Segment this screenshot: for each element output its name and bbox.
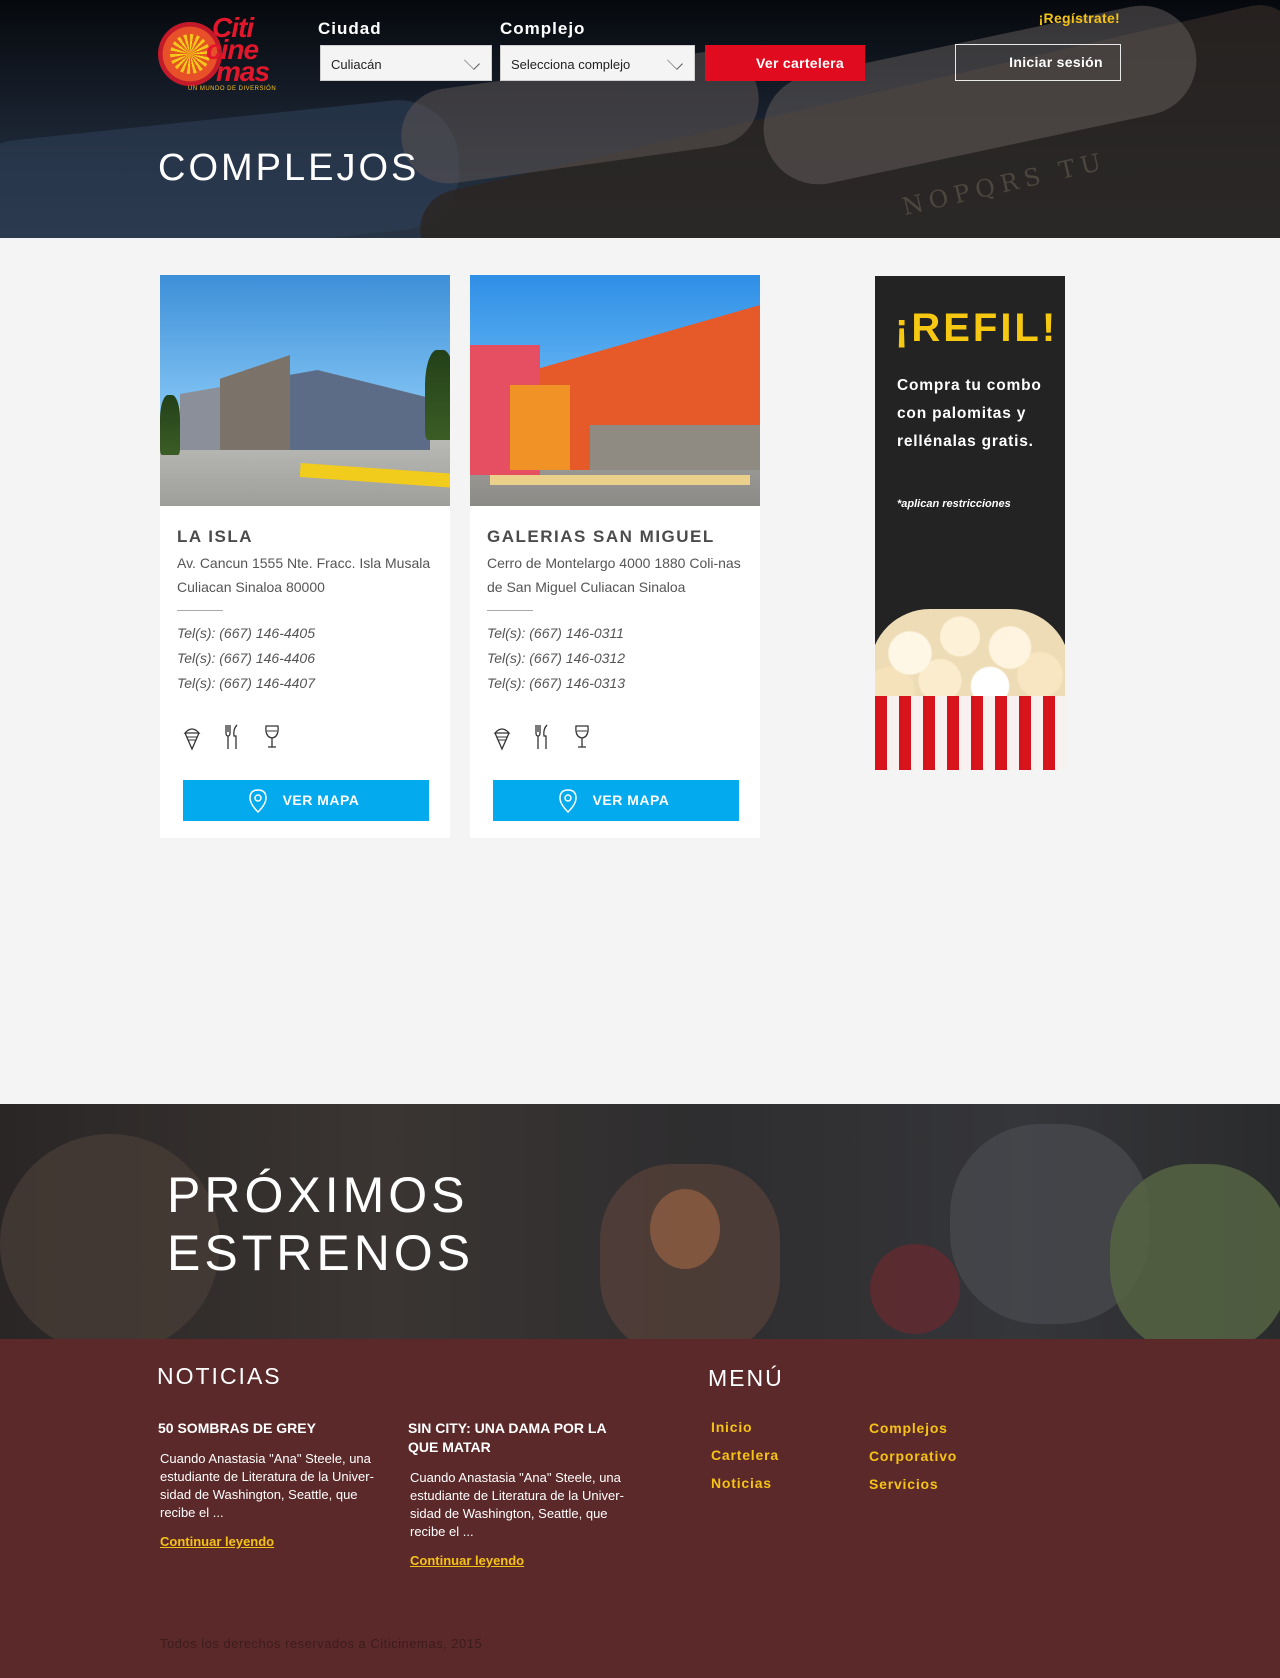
complex-address: Av. Cancun 1555 Nte. Fracc. Isla Musala …: [177, 555, 431, 595]
menu-link-inicio[interactable]: Inicio: [711, 1419, 752, 1435]
menu-link-complejos[interactable]: Complejos: [869, 1420, 948, 1436]
popcorn-box-image: [875, 696, 1065, 770]
city-select[interactable]: Culiacán: [320, 45, 492, 81]
news-title[interactable]: 50 SOMBRAS DE GREY: [158, 1419, 388, 1438]
news-excerpt: Cuando Anastasia "Ana" Steele, una estud…: [410, 1470, 624, 1539]
copyright-text: Todos los derechos reservados a Citicine…: [160, 1636, 483, 1651]
phone-number[interactable]: Tel(s): (667) 146-0313: [487, 675, 625, 691]
ice-cream-icon: [489, 723, 515, 751]
divider: [487, 610, 533, 611]
citicinemas-logo[interactable]: Citi cine mas UN MUNDO DE DIVERSIÓN: [158, 14, 290, 94]
cutlery-icon: [219, 723, 245, 751]
complex-select[interactable]: Selecciona complejo: [500, 45, 695, 81]
chevron-down-icon: [667, 54, 683, 70]
menu-link-corporativo[interactable]: Corporativo: [869, 1448, 957, 1464]
complex-card-galerias-san-miguel: GALERIAS SAN MIGUEL Cerro de Montelargo …: [470, 275, 760, 838]
news-item: 50 SOMBRAS DE GREY Cuando Anastasia "Ana…: [158, 1419, 388, 1549]
divider: [177, 610, 223, 611]
complex-photo: [470, 275, 760, 506]
ver-cartelera-button[interactable]: Ver cartelera: [705, 45, 865, 81]
site-footer: NOTICIAS 50 SOMBRAS DE GREY Cuando Anast…: [0, 1339, 1280, 1678]
ver-mapa-button[interactable]: VER MAPA: [493, 780, 739, 821]
continue-reading-link[interactable]: Continuar leyendo: [408, 1553, 638, 1568]
menu-link-cartelera[interactable]: Cartelera: [711, 1447, 779, 1463]
promo-restriction: *aplican restricciones: [897, 498, 1011, 510]
map-pin-icon: [249, 789, 267, 813]
menu-link-noticias[interactable]: Noticias: [711, 1475, 772, 1491]
ver-mapa-button[interactable]: VER MAPA: [183, 780, 429, 821]
chevron-down-icon: [464, 54, 480, 70]
wine-glass-icon: [259, 723, 285, 751]
promo-headline: ¡REFIL!: [895, 306, 1059, 350]
news-item: SIN CITY: UNA DAMA POR LA QUE MATAR Cuan…: [408, 1419, 638, 1568]
complex-address: Cerro de Montelargo 4000 1880 Coli-nas d…: [487, 555, 741, 595]
page-title: COMPLEJOS: [158, 147, 420, 189]
city-label: Ciudad: [318, 19, 382, 38]
complex-card-la-isla: LA ISLA Av. Cancun 1555 Nte. Fracc. Isla…: [160, 275, 450, 838]
phone-number[interactable]: Tel(s): (667) 146-0311: [487, 625, 624, 641]
menu-heading: MENÚ: [708, 1365, 784, 1391]
complex-photo: [160, 275, 450, 506]
upcoming-title: PRÓXIMOS ESTRENOS: [167, 1167, 475, 1281]
news-heading: NOTICIAS: [157, 1363, 282, 1389]
news-excerpt: Cuando Anastasia "Ana" Steele, una estud…: [160, 1451, 374, 1520]
wine-glass-icon: [569, 723, 595, 751]
complex-label: Complejo: [500, 19, 586, 38]
refil-promo-banner[interactable]: ¡REFIL! Compra tu combo con palomitas y …: [875, 276, 1065, 770]
complex-name: LA ISLA: [177, 527, 253, 546]
phone-number[interactable]: Tel(s): (667) 146-0312: [487, 650, 625, 666]
hero-banner: NOPQRS TU Citi cine mas UN MUNDO DE DIVE…: [0, 0, 1280, 238]
news-title[interactable]: SIN CITY: UNA DAMA POR LA QUE MATAR: [408, 1419, 638, 1457]
phone-number[interactable]: Tel(s): (667) 146-4407: [177, 675, 315, 691]
upcoming-releases-banner[interactable]: PRÓXIMOS ESTRENOS: [0, 1104, 1280, 1339]
cutlery-icon: [529, 723, 555, 751]
ice-cream-icon: [179, 723, 205, 751]
register-link[interactable]: ¡Regístrate!: [1039, 10, 1120, 26]
phone-number[interactable]: Tel(s): (667) 146-4405: [177, 625, 315, 641]
continue-reading-link[interactable]: Continuar leyendo: [158, 1534, 388, 1549]
phone-number[interactable]: Tel(s): (667) 146-4406: [177, 650, 315, 666]
login-button[interactable]: Iniciar sesión: [955, 44, 1121, 81]
map-pin-icon: [559, 789, 577, 813]
menu-link-servicios[interactable]: Servicios: [869, 1476, 938, 1492]
promo-text: Compra tu combo con palomitas y rellénal…: [897, 377, 1042, 450]
complex-name: GALERIAS SAN MIGUEL: [487, 527, 715, 546]
